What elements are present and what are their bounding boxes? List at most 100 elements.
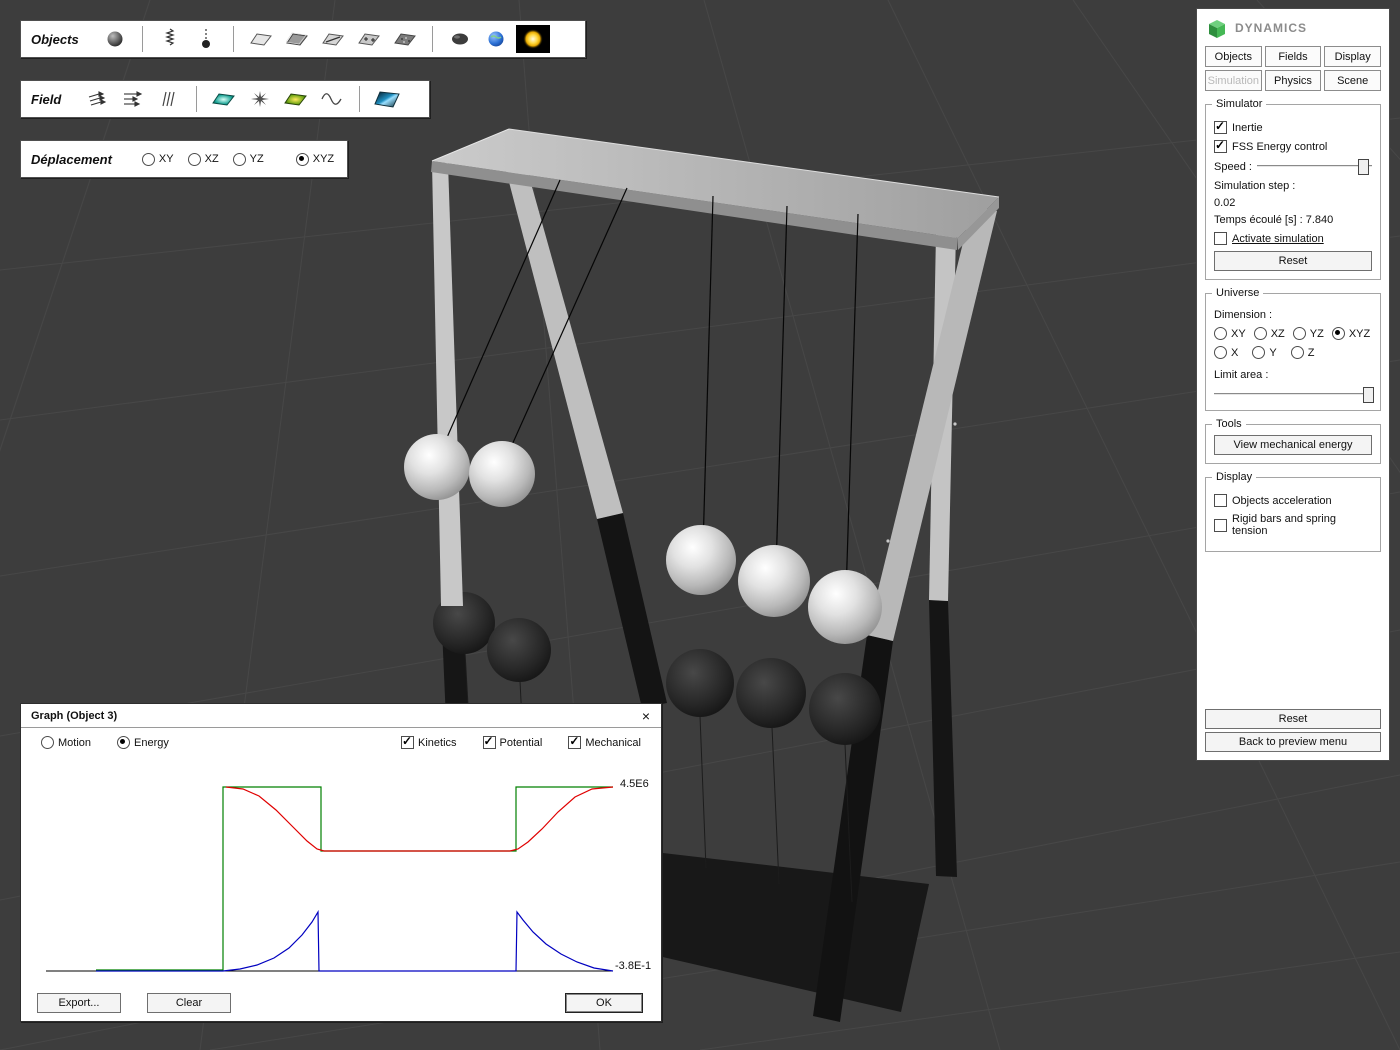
box-icon[interactable]	[281, 25, 313, 53]
radio[interactable]	[1293, 327, 1306, 340]
energy-plot-area	[46, 772, 616, 990]
view-mechanical-energy-button[interactable]: View mechanical energy	[1214, 435, 1372, 455]
radio-label: XYZ	[313, 153, 334, 165]
earth-icon[interactable]	[480, 25, 512, 53]
dynamics-logo-icon	[1207, 17, 1227, 39]
speed-row: Speed :	[1214, 159, 1372, 174]
pendulum-ball-1[interactable]	[404, 434, 470, 500]
terrain-icon[interactable]	[389, 25, 421, 53]
activate-row: Activate simulation	[1214, 232, 1372, 245]
axis-z-radio[interactable]: Z	[1291, 346, 1315, 359]
grid-marker	[886, 539, 889, 542]
close-icon[interactable]: ×	[637, 708, 655, 724]
toolbar-separator	[359, 86, 360, 112]
tab-fields[interactable]: Fields	[1265, 46, 1322, 67]
arrows-up-icon[interactable]	[81, 85, 113, 113]
rigid-bars-checkbox[interactable]	[1214, 519, 1227, 532]
radio-label: YZ	[1310, 328, 1324, 340]
limit-area-slider-thumb[interactable]	[1363, 387, 1374, 403]
ok-button[interactable]: OK	[565, 993, 643, 1013]
grid-marker	[953, 422, 956, 425]
dim-xyz-radio[interactable]: XYZ	[1332, 327, 1370, 340]
field-toolbar: Field	[20, 80, 430, 118]
mechanical-checkbox-pair[interactable]: Mechanical	[568, 736, 641, 749]
pendulum-ball-2[interactable]	[469, 441, 535, 507]
simulator-group: Simulator Inertie FSS Energy control Spe…	[1205, 104, 1381, 280]
speed-slider-thumb[interactable]	[1358, 159, 1369, 175]
radio[interactable]	[142, 153, 155, 166]
reflected-ball	[487, 618, 551, 682]
export-button[interactable]: Export...	[37, 993, 121, 1013]
deplacement-option-xz[interactable]: XZ	[188, 153, 219, 166]
marked-plane-icon[interactable]	[353, 25, 385, 53]
pendulum-icon[interactable]	[190, 25, 222, 53]
speed-slider[interactable]	[1257, 159, 1372, 174]
axis-x-radio[interactable]: X	[1214, 346, 1238, 359]
radio[interactable]	[117, 736, 130, 749]
wave-field-icon[interactable]	[316, 85, 348, 113]
sun-icon[interactable]	[516, 25, 550, 53]
radio[interactable]	[1214, 346, 1227, 359]
spring-icon[interactable]	[154, 25, 186, 53]
objects-acceleration-checkbox[interactable]	[1214, 494, 1227, 507]
toolbar-separator	[233, 26, 234, 52]
panel-reset-button[interactable]: Reset	[1205, 709, 1381, 729]
radio[interactable]	[41, 736, 54, 749]
deplacement-option-xy[interactable]: XY	[142, 153, 174, 166]
pendulum-ball-5[interactable]	[808, 570, 882, 644]
deplacement-option-yz[interactable]: YZ	[233, 153, 264, 166]
reflected-ball	[666, 649, 734, 717]
radio[interactable]	[233, 153, 246, 166]
tab-scene[interactable]: Scene	[1324, 70, 1381, 91]
motion-radio[interactable]: Motion	[41, 736, 91, 749]
energy-curve-potential	[96, 912, 613, 971]
limit-area-slider[interactable]	[1214, 387, 1372, 402]
axis-y-radio[interactable]: Y	[1252, 346, 1276, 359]
radio[interactable]	[1291, 346, 1304, 359]
gradient-field-icon[interactable]	[280, 85, 312, 113]
objects-toolbar: Objects	[20, 20, 586, 58]
graph-window-titlebar[interactable]: Graph (Object 3) ×	[21, 704, 661, 728]
radio[interactable]	[296, 153, 309, 166]
plane-icon[interactable]	[245, 25, 277, 53]
uniform-field-icon[interactable]	[208, 85, 240, 113]
inclined-plane-icon[interactable]	[317, 25, 349, 53]
textured-field-icon[interactable]	[371, 85, 403, 113]
rigid-bars-row: Rigid bars and spring tension	[1214, 513, 1372, 537]
tab-objects[interactable]: Objects	[1205, 46, 1262, 67]
dim-yz-radio[interactable]: YZ	[1293, 327, 1324, 340]
radio[interactable]	[1214, 327, 1227, 340]
deplacement-option-xyz[interactable]: XYZ	[296, 153, 334, 166]
fss-energy-checkbox[interactable]	[1214, 140, 1227, 153]
radio[interactable]	[1252, 346, 1265, 359]
radio[interactable]	[1332, 327, 1345, 340]
limit-area-label: Limit area :	[1214, 369, 1372, 381]
kinetics-checkbox[interactable]	[401, 736, 414, 749]
pendulum-ball-3[interactable]	[666, 525, 736, 595]
mechanical-checkbox[interactable]	[568, 736, 581, 749]
back-to-preview-menu-button[interactable]: Back to preview menu	[1205, 732, 1381, 752]
dim-xz-radio[interactable]: XZ	[1254, 327, 1285, 340]
vertical-lines-icon[interactable]	[153, 85, 185, 113]
kinetics-checkbox-pair[interactable]: Kinetics	[401, 736, 457, 749]
potential-checkbox[interactable]	[483, 736, 496, 749]
dim-xy-radio[interactable]: XY	[1214, 327, 1246, 340]
radio[interactable]	[188, 153, 201, 166]
tab-physics[interactable]: Physics	[1265, 70, 1322, 91]
tab-display[interactable]: Display	[1324, 46, 1381, 67]
sphere-icon[interactable]	[99, 25, 131, 53]
activate-simulation-checkbox[interactable]	[1214, 232, 1227, 245]
energy-radio[interactable]: Energy	[117, 736, 169, 749]
potential-checkbox-pair[interactable]: Potential	[483, 736, 543, 749]
inertie-checkbox[interactable]	[1214, 121, 1227, 134]
simulator-reset-button[interactable]: Reset	[1214, 251, 1372, 271]
radio[interactable]	[1254, 327, 1267, 340]
blob-icon[interactable]	[444, 25, 476, 53]
clear-button[interactable]: Clear	[147, 993, 231, 1013]
sim-step-value: 0.02	[1214, 197, 1372, 209]
pendulum-ball-4[interactable]	[738, 545, 810, 617]
fss-row: FSS Energy control	[1214, 140, 1372, 153]
arrows-right-icon[interactable]	[117, 85, 149, 113]
radial-field-icon[interactable]	[244, 85, 276, 113]
axis-radios: X Y Z	[1214, 346, 1372, 359]
